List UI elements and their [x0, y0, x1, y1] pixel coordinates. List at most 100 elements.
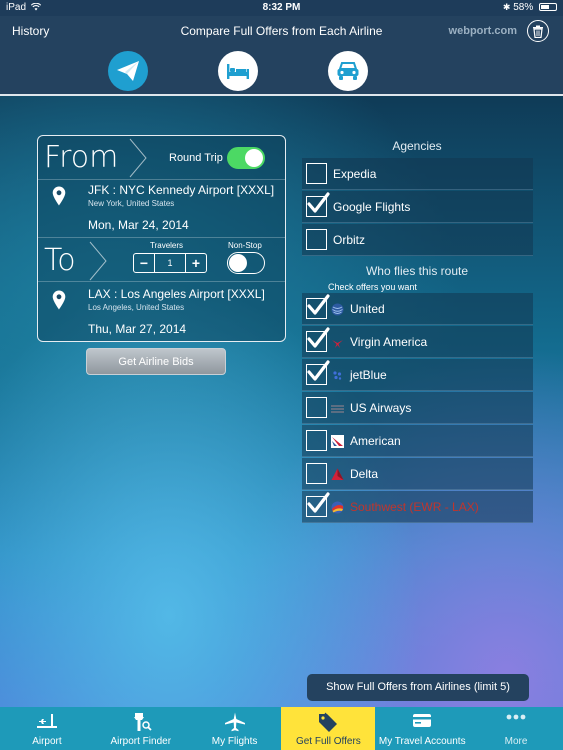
- card-icon: [375, 712, 469, 732]
- increment-button[interactable]: +: [186, 254, 206, 272]
- nonstop-label: Non-Stop: [228, 241, 262, 250]
- round-trip-label: Round Trip: [169, 152, 223, 164]
- airline-item[interactable]: Virgin America: [302, 326, 533, 358]
- from-label: From: [44, 140, 119, 175]
- tab-label: Get Full Offers: [295, 736, 361, 747]
- location-pin-icon: [52, 290, 66, 310]
- destination-city: Los Angeles, United States: [88, 303, 185, 312]
- airline-label: Virgin America: [350, 335, 428, 349]
- airline-label: Southwest (EWR - LAX): [350, 500, 479, 514]
- agency-item[interactable]: Google Flights: [302, 191, 533, 223]
- car-icon: [337, 62, 359, 80]
- destination-date[interactable]: Thu, Mar 27, 2014: [88, 322, 186, 336]
- airline-item[interactable]: Southwest (EWR - LAX): [302, 491, 533, 523]
- travelers-count: 1: [154, 254, 186, 272]
- airline-item[interactable]: jetBlue: [302, 359, 533, 391]
- status-bar: iPad 8:32 PM ✱ 58%: [0, 0, 563, 16]
- divider: [38, 237, 285, 238]
- agency-item[interactable]: Orbitz: [302, 224, 533, 256]
- airline-label: American: [350, 434, 401, 448]
- tab-label: My Flights: [211, 736, 258, 747]
- trash-button[interactable]: [527, 20, 549, 42]
- checkmark-icon: [307, 492, 330, 513]
- more-dots-icon: [469, 712, 563, 732]
- trash-icon: [533, 25, 543, 38]
- airline-item[interactable]: United: [302, 293, 533, 325]
- checkbox[interactable]: [306, 397, 327, 418]
- decrement-button[interactable]: −: [134, 254, 154, 272]
- clock: 8:32 PM: [262, 2, 301, 13]
- tower-search-icon: [94, 712, 188, 732]
- show-full-offers-button[interactable]: Show Full Offers from Airlines (limit 5): [307, 674, 529, 701]
- tab-my-flights[interactable]: My Flights: [188, 707, 282, 750]
- tab-label: Airport Finder: [110, 736, 172, 747]
- to-label: To: [44, 243, 76, 278]
- origin-date[interactable]: Mon, Mar 24, 2014: [88, 218, 189, 232]
- destination-airport[interactable]: LAX : Los Angeles Airport [XXXL]: [88, 287, 265, 301]
- airline-label: Delta: [350, 467, 379, 481]
- car-mode-button[interactable]: [328, 51, 368, 91]
- battery-percent: 58%: [513, 2, 534, 13]
- checkbox[interactable]: [306, 430, 327, 451]
- origin-airport[interactable]: JFK : NYC Kennedy Airport [XXXL]: [88, 183, 274, 197]
- get-airline-bids-button[interactable]: Get Airline Bids: [86, 348, 226, 375]
- checkmark-icon: [307, 192, 330, 213]
- round-trip-toggle[interactable]: [227, 147, 265, 169]
- tab-more[interactable]: More: [469, 707, 563, 750]
- tab-label: Airport: [32, 736, 62, 747]
- location-pin-icon: [52, 186, 66, 206]
- jetblue-logo-icon: [331, 369, 344, 382]
- chevron-right-icon: [89, 241, 107, 281]
- agency-label: Expedia: [333, 167, 377, 181]
- origin-city: New York, United States: [88, 199, 175, 208]
- trip-panel: From Round Trip JFK : NYC Kennedy Airpor…: [37, 135, 286, 342]
- chevron-right-icon: [129, 138, 147, 178]
- tab-airport[interactable]: Airport: [0, 707, 94, 750]
- airline-item[interactable]: US Airways: [302, 392, 533, 424]
- divider: [38, 281, 285, 282]
- bed-icon: [227, 64, 249, 79]
- app-header: History Compare Full Offers from Each Ai…: [0, 16, 563, 96]
- checkmark-icon: [307, 327, 330, 348]
- tab-my-travel-accounts[interactable]: My Travel Accounts: [375, 707, 469, 750]
- checkbox[interactable]: [306, 463, 327, 484]
- southwest-logo-icon: [331, 501, 344, 514]
- battery-icon: [539, 3, 557, 12]
- nonstop-toggle[interactable]: [227, 252, 265, 274]
- checkbox[interactable]: [306, 229, 327, 250]
- airline-label: United: [350, 302, 385, 316]
- virgin-america-logo-icon: [331, 336, 344, 349]
- bluetooth-icon: ✱: [502, 2, 511, 12]
- airplane-icon: [188, 712, 282, 732]
- travelers-label: Travelers: [150, 241, 184, 250]
- runway-icon: [0, 712, 94, 732]
- agency-label: Google Flights: [333, 200, 411, 214]
- checkmark-icon: [307, 294, 330, 315]
- american-logo-icon: [331, 435, 344, 448]
- agency-item[interactable]: Expedia: [302, 158, 533, 190]
- agencies-title: Agencies: [392, 139, 442, 153]
- status-right: ✱ 58%: [503, 2, 557, 13]
- tab-airport-finder[interactable]: Airport Finder: [94, 707, 188, 750]
- airline-item[interactable]: American: [302, 425, 533, 457]
- airline-label: US Airways: [350, 401, 412, 415]
- checkmark-icon: [307, 360, 330, 381]
- travelers-stepper: − 1 +: [133, 253, 207, 273]
- flight-mode-button[interactable]: [108, 51, 148, 91]
- us-airways-logo-icon: [331, 402, 344, 415]
- delta-logo-icon: [331, 468, 344, 481]
- tab-get-full-offers[interactable]: Get Full Offers: [281, 707, 376, 750]
- tab-label: My Travel Accounts: [378, 736, 466, 747]
- price-tag-icon: [281, 712, 375, 732]
- agency-label: Orbitz: [333, 233, 366, 247]
- airlines-subtitle: Check offers you want: [328, 282, 417, 292]
- checkbox[interactable]: [306, 163, 327, 184]
- airlines-title: Who flies this route: [365, 264, 469, 278]
- airline-item[interactable]: Delta: [302, 458, 533, 490]
- hotel-mode-button[interactable]: [218, 51, 258, 91]
- divider: [38, 179, 285, 180]
- paper-plane-icon: [117, 61, 139, 81]
- tab-label: More: [504, 736, 528, 747]
- brand-logo: webport.com: [448, 25, 517, 37]
- airline-label: jetBlue: [350, 368, 387, 382]
